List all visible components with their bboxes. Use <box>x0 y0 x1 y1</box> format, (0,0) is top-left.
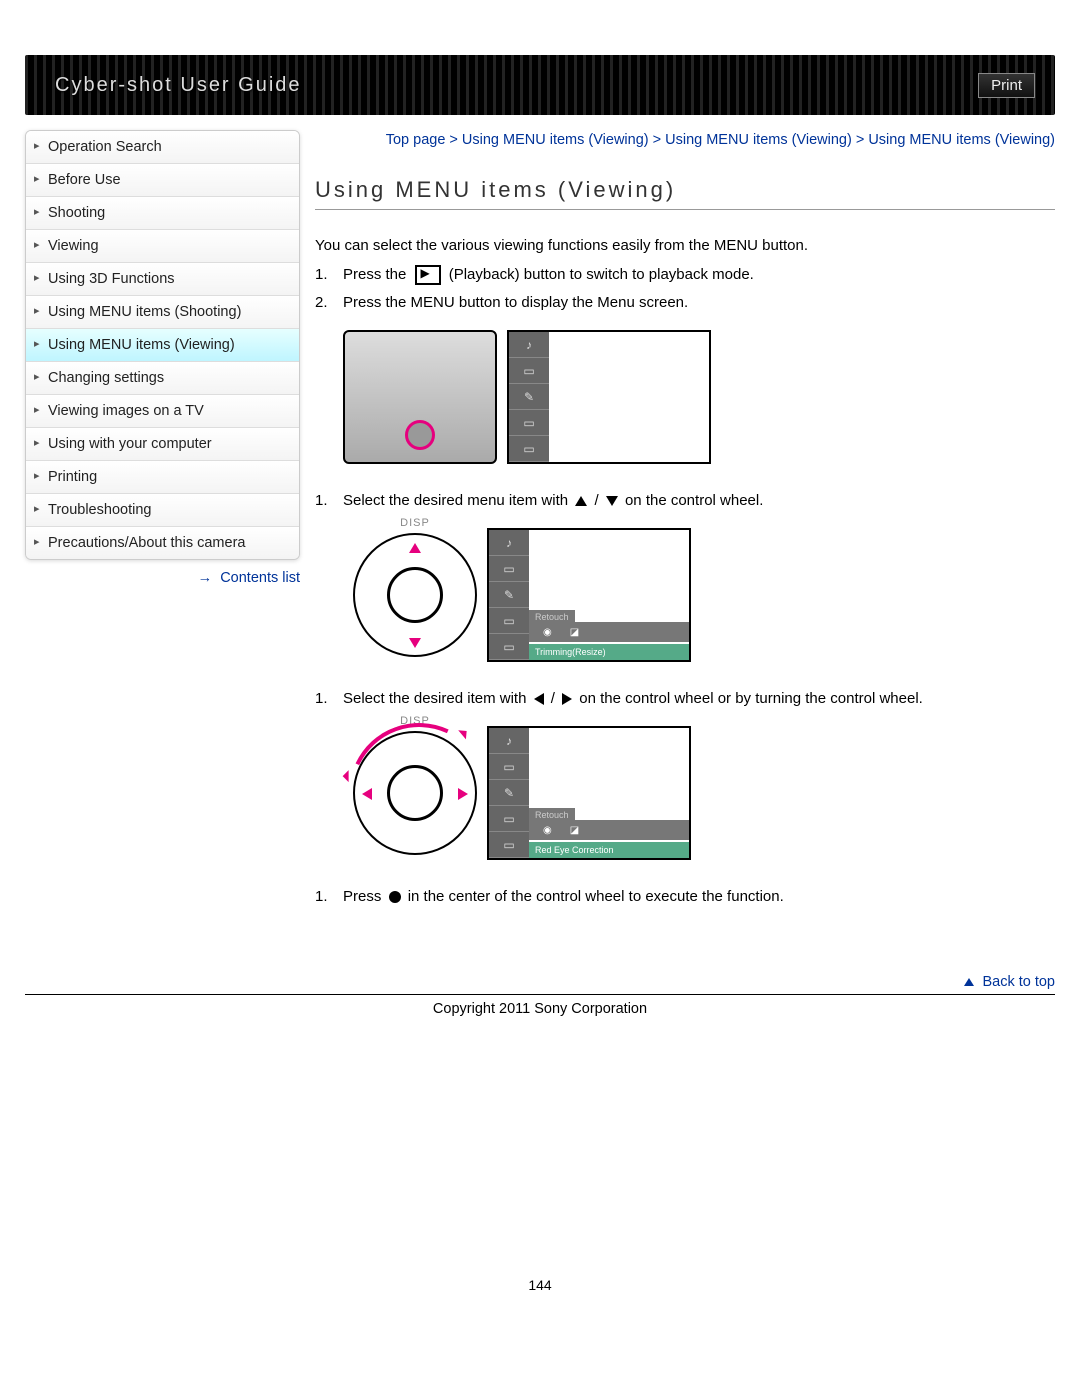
crumb-3[interactable]: Using MENU items (Viewing) <box>868 132 1055 148</box>
step-1-a: Press the <box>343 266 411 283</box>
nav-changing-settings[interactable]: Changing settings <box>26 361 299 394</box>
contents-list-link[interactable]: Contents list <box>220 570 300 586</box>
step-5: Press in the center of the control wheel… <box>315 885 1055 909</box>
nav-before-use[interactable]: Before Use <box>26 163 299 196</box>
right-arrow-icon <box>562 693 572 705</box>
nav-menu-shooting[interactable]: Using MENU items (Shooting) <box>26 295 299 328</box>
disp-label: DISP <box>400 517 430 529</box>
menu-button-highlight-icon <box>405 420 435 450</box>
menu-screen-redeye-icon: ♪▭✎▭▭ Retouch ◉◪ Red Eye Correction <box>487 726 691 860</box>
step-5-a: Press <box>343 888 386 905</box>
nav-operation-search[interactable]: Operation Search <box>26 131 299 163</box>
nav-computer[interactable]: Using with your computer <box>26 427 299 460</box>
page-title: Using MENU items (Viewing) <box>315 177 1055 210</box>
sidebar-nav: Operation Search Before Use Shooting Vie… <box>25 130 300 560</box>
illustration-camera-menu: ♪▭✎▭▭ <box>343 330 1055 464</box>
copyright: Copyright 2011 Sony Corporation <box>0 1001 1080 1017</box>
left-arrow-icon <box>534 693 544 705</box>
step-3-a: Select the desired menu item with <box>343 492 572 509</box>
camera-back-icon <box>343 330 497 464</box>
crumb-1[interactable]: Using MENU items (Viewing) <box>462 132 649 148</box>
down-arrow-icon <box>606 496 618 506</box>
nav-menu-viewing[interactable]: Using MENU items (Viewing) <box>26 328 299 361</box>
menu-screen-retouch-icon: ♪▭✎▭▭ Retouch ◉◪ Trimming(Resize) <box>487 528 691 662</box>
page-number: 144 <box>0 1277 1080 1293</box>
header-bar: Cyber-shot User Guide Print <box>25 55 1055 115</box>
illustration-wheel-leftright: DISP ♪▭✎▭▭ Retouch ◉◪ Red Eye Correction <box>343 726 1055 860</box>
step-4-a: Select the desired item with <box>343 690 531 707</box>
step-3: Select the desired menu item with / on t… <box>315 489 1055 513</box>
print-button[interactable]: Print <box>978 73 1035 98</box>
breadcrumb: Top page > Using MENU items (Viewing) > … <box>315 130 1055 152</box>
menu-screen-icon: ♪▭✎▭▭ <box>507 330 711 464</box>
crumb-sep: > <box>653 132 666 148</box>
nav-viewing[interactable]: Viewing <box>26 229 299 262</box>
crumb-top-page[interactable]: Top page <box>386 132 446 148</box>
crumb-sep: > <box>449 132 462 148</box>
up-arrow-icon <box>575 496 587 506</box>
nav-troubleshooting[interactable]: Troubleshooting <box>26 493 299 526</box>
nav-shooting[interactable]: Shooting <box>26 196 299 229</box>
step-3-b: on the control wheel. <box>625 492 763 509</box>
back-to-top-link[interactable]: Back to top <box>982 974 1055 990</box>
main-content: Top page > Using MENU items (Viewing) > … <box>315 130 1055 913</box>
nav-viewing-tv[interactable]: Viewing images on a TV <box>26 394 299 427</box>
intro-text: You can select the various viewing funct… <box>315 235 1055 258</box>
arrow-right-icon: → <box>198 570 213 586</box>
up-triangle-icon <box>964 978 974 986</box>
sidebar: Operation Search Before Use Shooting Vie… <box>25 130 300 913</box>
trimming-label: Trimming(Resize) <box>529 644 689 660</box>
nav-3d-functions[interactable]: Using 3D Functions <box>26 262 299 295</box>
step-1-b: (Playback) button to switch to playback … <box>449 266 754 283</box>
center-button-icon <box>389 891 401 903</box>
step-4-b: on the control wheel or by turning the c… <box>579 690 923 707</box>
redeye-label: Red Eye Correction <box>529 842 689 858</box>
nav-printing[interactable]: Printing <box>26 460 299 493</box>
step-2: Press the MENU button to display the Men… <box>315 291 1055 315</box>
illustration-wheel-updown: DISP ♪▭✎▭▭ Retouch ◉◪ Trimming(Resize) <box>343 528 1055 662</box>
control-wheel-icon: DISP <box>353 731 477 855</box>
step-1: Press the (Playback) button to switch to… <box>315 263 1055 287</box>
playback-icon <box>415 265 441 285</box>
crumb-sep: > <box>856 132 869 148</box>
step-5-b: in the center of the control wheel to ex… <box>408 888 784 905</box>
crumb-2[interactable]: Using MENU items (Viewing) <box>665 132 852 148</box>
divider <box>25 994 1055 995</box>
nav-precautions[interactable]: Precautions/About this camera <box>26 526 299 559</box>
guide-title: Cyber-shot User Guide <box>55 74 302 97</box>
step-4: Select the desired item with / on the co… <box>315 687 1055 711</box>
control-wheel-icon: DISP <box>353 533 477 657</box>
contents-list-link-wrap: → Contents list <box>25 570 300 586</box>
back-to-top-wrap: Back to top <box>0 973 1055 990</box>
rotate-arc-icon <box>329 704 508 883</box>
